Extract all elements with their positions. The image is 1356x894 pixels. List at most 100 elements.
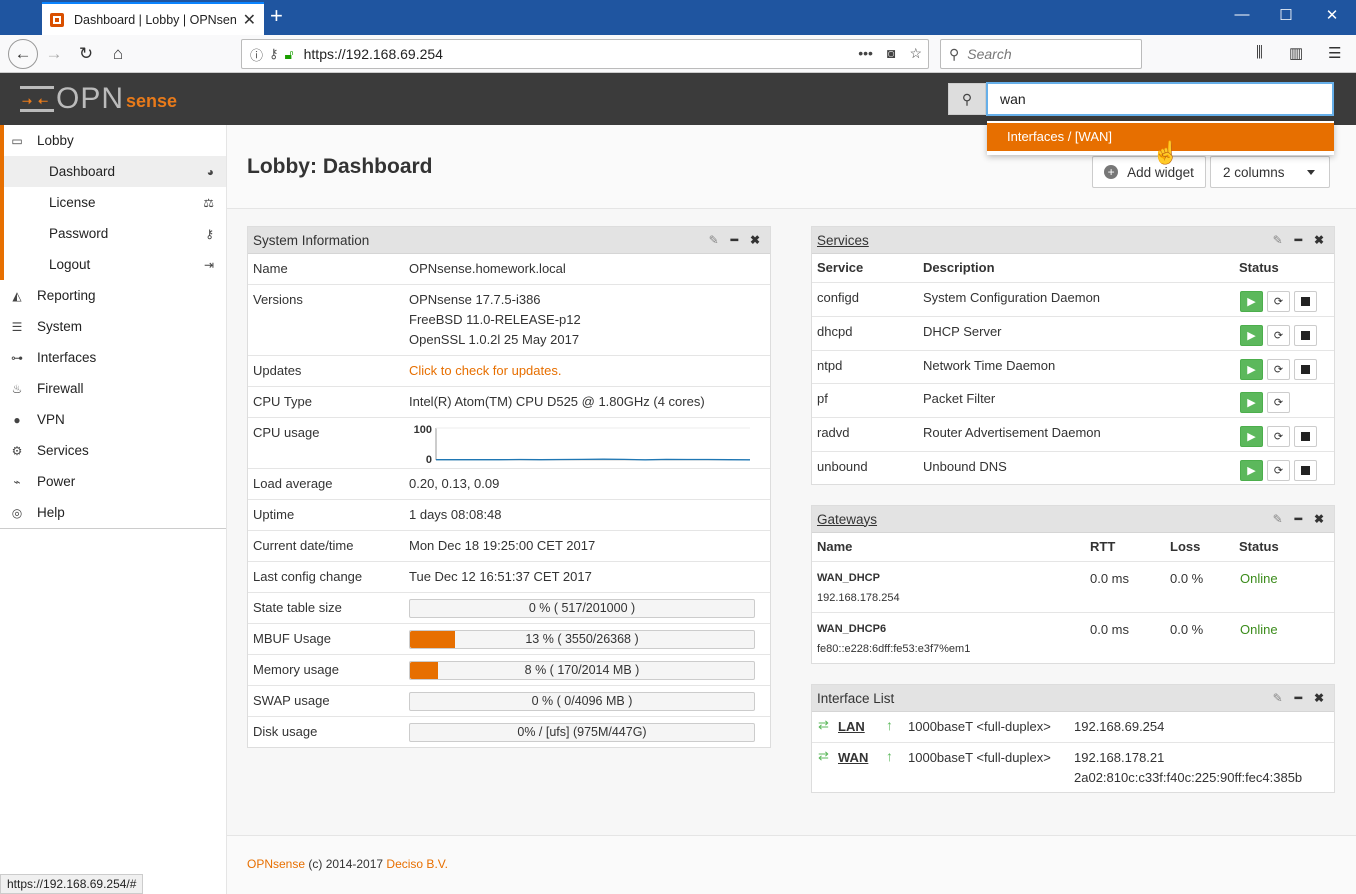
stop-service-icon[interactable]: [1294, 358, 1317, 380]
restart-service-icon[interactable]: ⟳: [1267, 426, 1290, 448]
opnsense-favicon-icon: [50, 12, 64, 27]
url-bar[interactable]: ⓘ ⚷ 🔓︎ https://192.168.69.254 ••• ◙ ☆: [241, 39, 929, 69]
widget-title-link[interactable]: Services: [817, 233, 869, 248]
service-running-icon[interactable]: ▶: [1240, 426, 1263, 448]
fire-icon: ♨: [11, 381, 23, 396]
widget-header: System Information ✎ ━ ✖: [248, 227, 770, 254]
sidebar-item-reporting[interactable]: ◭ Reporting: [0, 280, 226, 311]
column-header: Status: [1239, 539, 1279, 554]
service-running-icon[interactable]: ▶: [1240, 324, 1263, 346]
maximize-icon[interactable]: ☐: [1266, 6, 1306, 24]
table-row: ntpd Network Time Daemon ▶ ⟳: [812, 349, 1334, 384]
table-row: WAN_DHCP6 fe80::e228:6dff:fe53:e3f7%em1 …: [812, 612, 1334, 663]
minimize-widget-icon[interactable]: ━: [1295, 233, 1302, 247]
close-widget-icon[interactable]: ✖: [1314, 233, 1324, 247]
bookmark-star-icon[interactable]: ☆: [909, 45, 922, 62]
restart-service-icon[interactable]: ⟳: [1267, 324, 1290, 346]
sidebar-item-label: Dashboard: [49, 164, 116, 179]
info-icon[interactable]: ⓘ: [250, 45, 263, 64]
sidebar-item-vpn[interactable]: ● VPN: [0, 404, 226, 435]
close-widget-icon[interactable]: ✖: [1314, 691, 1324, 705]
stop-service-icon[interactable]: [1294, 426, 1317, 448]
home-icon[interactable]: ⌂: [104, 40, 132, 68]
gateway-rtt: 0.0 ms: [1090, 622, 1130, 637]
footer-company-link[interactable]: Deciso B.V.: [386, 857, 448, 871]
column-header: Description: [923, 260, 995, 275]
row-key: Uptime: [253, 507, 295, 522]
sidebar-item-dashboard[interactable]: Dashboard ◕: [0, 156, 226, 187]
sidebar-item-password[interactable]: Password ⚷: [0, 218, 226, 249]
stop-service-icon[interactable]: [1294, 291, 1317, 312]
restart-service-icon[interactable]: ⟳: [1267, 460, 1290, 481]
sysinfo-row-cpuusage: CPU usage 100 0: [248, 418, 770, 469]
sidebar-item-help[interactable]: ◎ Help: [0, 497, 226, 528]
sidebar-toggle-icon[interactable]: ▥: [1289, 44, 1303, 62]
more-actions-icon[interactable]: •••: [858, 45, 873, 62]
new-tab-icon[interactable]: +: [270, 5, 283, 27]
sidebar-item-power[interactable]: ⌁ Power: [0, 466, 226, 497]
minimize-widget-icon[interactable]: ━: [731, 233, 738, 247]
close-window-icon[interactable]: ✕: [1312, 6, 1352, 24]
close-tab-icon[interactable]: ✕: [243, 10, 256, 30]
sidebar-item-lobby[interactable]: ▭ Lobby: [0, 125, 226, 156]
sidebar-item-license[interactable]: License ⚖: [0, 187, 226, 218]
memory-progress: 8 % ( 170/2014 MB ): [409, 661, 755, 680]
forward-icon[interactable]: →: [40, 40, 68, 68]
pencil-icon[interactable]: ✎: [1273, 512, 1283, 526]
minimize-widget-icon[interactable]: ━: [1295, 512, 1302, 526]
restart-service-icon[interactable]: ⟳: [1267, 358, 1290, 380]
close-widget-icon[interactable]: ✖: [750, 233, 760, 247]
widget-header: Interface List ✎ ━ ✖: [812, 685, 1334, 712]
check-updates-link[interactable]: Click to check for updates.: [409, 361, 561, 381]
pocket-icon[interactable]: ◙: [887, 45, 895, 62]
interface-link-wan[interactable]: WAN: [838, 750, 868, 765]
service-name: dhcpd: [817, 323, 853, 339]
service-running-icon[interactable]: ▶: [1240, 291, 1263, 312]
search-icon[interactable]: ⚲: [948, 83, 986, 115]
reload-icon[interactable]: ↻: [72, 40, 100, 68]
stop-service-icon[interactable]: [1294, 460, 1317, 481]
close-widget-icon[interactable]: ✖: [1314, 512, 1324, 526]
widget-title-link[interactable]: Gateways: [817, 512, 877, 527]
row-key: CPU usage: [253, 425, 320, 440]
sidebar-item-interfaces[interactable]: ⊶ Interfaces: [0, 342, 226, 373]
lock-icon[interactable]: 🔓︎: [285, 46, 294, 63]
service-running-icon[interactable]: ▶: [1240, 358, 1263, 380]
browser-search-input[interactable]: ⚲ Search: [940, 39, 1142, 69]
service-running-icon[interactable]: ▶: [1240, 392, 1263, 414]
pencil-icon[interactable]: ✎: [1273, 691, 1283, 705]
service-running-icon[interactable]: ▶: [1240, 460, 1263, 481]
back-icon[interactable]: ←: [8, 39, 38, 69]
pencil-icon[interactable]: ✎: [1273, 233, 1283, 247]
row-key: Current date/time: [253, 538, 354, 553]
menu-search-input[interactable]: wan: [986, 82, 1334, 116]
stop-service-icon[interactable]: [1294, 324, 1317, 346]
table-row: configd System Configuration Daemon ▶ ⟳: [812, 282, 1334, 316]
menu-icon[interactable]: ☰: [1328, 44, 1341, 62]
balance-scale-icon: ⚖: [203, 195, 214, 210]
sysinfo-row-disk: Disk usage 0% / [ufs] (975M/447G): [248, 717, 770, 748]
add-widget-button[interactable]: + Add widget: [1092, 156, 1206, 188]
gateway-status: Online: [1240, 571, 1278, 586]
restart-service-icon[interactable]: ⟳: [1267, 291, 1290, 312]
footer-brand-link[interactable]: OPNsense: [247, 857, 305, 871]
pencil-icon[interactable]: ✎: [709, 233, 719, 247]
widget-header: Gateways ✎ ━ ✖: [812, 506, 1334, 533]
opnsense-logo[interactable]: ➝ ➝ OPN sense: [20, 83, 177, 113]
restart-service-icon[interactable]: ⟳: [1267, 392, 1290, 414]
sidebar-item-logout[interactable]: Logout ⇥: [0, 249, 226, 280]
columns-select[interactable]: 2 columns: [1210, 156, 1330, 188]
sidebar-item-services[interactable]: ⚙ Services: [0, 435, 226, 466]
tab-title: Dashboard | Lobby | OPNsense: [74, 12, 237, 27]
minimize-widget-icon[interactable]: ━: [1295, 691, 1302, 705]
sidebar-item-system[interactable]: ☰ System: [0, 311, 226, 342]
status-url-tooltip: https://192.168.69.254/#: [0, 874, 144, 894]
service-description: Router Advertisement Daemon: [923, 425, 1101, 441]
sidebar-item-label: Interfaces: [37, 350, 97, 365]
interface-link-lan[interactable]: LAN: [838, 719, 865, 734]
sysinfo-row-configchange: Last config change Tue Dec 12 16:51:37 C…: [248, 562, 770, 593]
browser-tab[interactable]: Dashboard | Lobby | OPNsense ✕: [42, 2, 264, 35]
sidebar-item-firewall[interactable]: ♨ Firewall: [0, 373, 226, 404]
library-icon[interactable]: ⫼: [1256, 44, 1263, 61]
minimize-icon[interactable]: —: [1222, 6, 1262, 23]
